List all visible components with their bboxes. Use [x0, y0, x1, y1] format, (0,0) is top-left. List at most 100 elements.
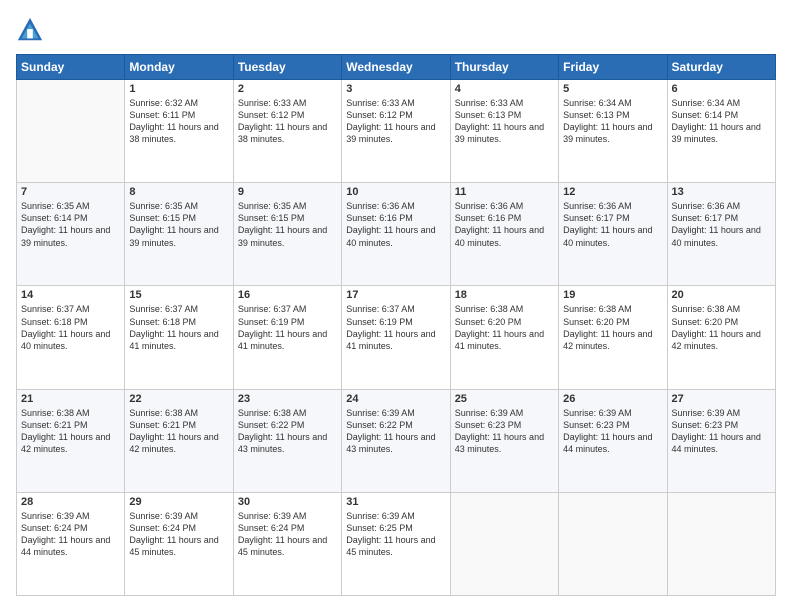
calendar-day-cell: 8 Sunrise: 6:35 AMSunset: 6:15 PMDaylight… [125, 183, 233, 286]
calendar-header-friday: Friday [559, 55, 667, 80]
logo [16, 16, 48, 44]
day-info: Sunrise: 6:37 AMSunset: 6:19 PMDaylight:… [346, 303, 445, 352]
calendar-day-cell: 30 Sunrise: 6:39 AMSunset: 6:24 PMDayligh… [233, 492, 341, 595]
day-number: 26 [563, 393, 662, 405]
calendar-day-cell [559, 492, 667, 595]
calendar-day-cell [450, 492, 558, 595]
day-number: 31 [346, 496, 445, 508]
calendar-day-cell: 22Sunrise: 6:38 AMSunset: 6:21 PMDayligh… [125, 389, 233, 492]
calendar-day-cell: 17 Sunrise: 6:37 AMSunset: 6:19 PMDayligh… [342, 286, 450, 389]
day-info: Sunrise: 6:36 AMSunset: 6:16 PMDaylight:… [455, 200, 554, 249]
day-info: Sunrise: 6:39 AMSunset: 6:23 PMDaylight:… [563, 407, 662, 456]
day-number: 10 [346, 186, 445, 198]
day-info: Sunrise: 6:36 AMSunset: 6:16 PMDaylight:… [346, 200, 445, 249]
day-info: Sunrise: 6:35 AMSunset: 6:15 PMDaylight:… [238, 200, 337, 249]
day-number: 6 [672, 83, 771, 95]
day-info: Sunrise: 6:39 AMSunset: 6:25 PMDaylight:… [346, 510, 445, 559]
day-info: Sunrise: 6:34 AMSunset: 6:14 PMDaylight:… [672, 97, 771, 146]
calendar-header-tuesday: Tuesday [233, 55, 341, 80]
day-info: Sunrise: 6:39 AMSunset: 6:24 PMDaylight:… [129, 510, 228, 559]
day-number: 19 [563, 289, 662, 301]
day-number: 7 [21, 186, 120, 198]
day-info: Sunrise: 6:39 AMSunset: 6:22 PMDaylight:… [346, 407, 445, 456]
day-number: 11 [455, 186, 554, 198]
day-number: 12 [563, 186, 662, 198]
day-number: 16 [238, 289, 337, 301]
logo-icon [16, 16, 44, 44]
day-number: 25 [455, 393, 554, 405]
calendar-day-cell: 5 Sunrise: 6:34 AMSunset: 6:13 PMDaylight… [559, 80, 667, 183]
day-number: 30 [238, 496, 337, 508]
day-number: 24 [346, 393, 445, 405]
day-number: 1 [129, 83, 228, 95]
day-number: 28 [21, 496, 120, 508]
day-info: Sunrise: 6:39 AMSunset: 6:23 PMDaylight:… [672, 407, 771, 456]
calendar-day-cell: 18Sunrise: 6:38 AMSunset: 6:20 PMDayligh… [450, 286, 558, 389]
day-info: Sunrise: 6:37 AMSunset: 6:19 PMDaylight:… [238, 303, 337, 352]
calendar-week-row: 7 Sunrise: 6:35 AMSunset: 6:14 PMDaylight… [17, 183, 776, 286]
calendar-week-row: 21 Sunrise: 6:38 AMSunset: 6:21 PMDayligh… [17, 389, 776, 492]
day-number: 14 [21, 289, 120, 301]
calendar-day-cell: 23 Sunrise: 6:38 AMSunset: 6:22 PMDayligh… [233, 389, 341, 492]
calendar-day-cell: 13 Sunrise: 6:36 AMSunset: 6:17 PMDayligh… [667, 183, 775, 286]
day-number: 15 [129, 289, 228, 301]
calendar-header-wednesday: Wednesday [342, 55, 450, 80]
day-info: Sunrise: 6:38 AMSunset: 6:20 PMDaylight:… [563, 303, 662, 352]
calendar-day-cell: 19 Sunrise: 6:38 AMSunset: 6:20 PMDayligh… [559, 286, 667, 389]
day-number: 23 [238, 393, 337, 405]
day-info: Sunrise: 6:33 AMSunset: 6:12 PMDaylight:… [346, 97, 445, 146]
calendar-day-cell: 14Sunrise: 6:37 AMSunset: 6:18 PMDayligh… [17, 286, 125, 389]
day-info: Sunrise: 6:38 AMSunset: 6:20 PMDaylight:… [672, 303, 771, 352]
calendar-day-cell: 12 Sunrise: 6:36 AMSunset: 6:17 PMDayligh… [559, 183, 667, 286]
day-info: Sunrise: 6:37 AMSunset: 6:18 PMDaylight:… [129, 303, 228, 352]
calendar-week-row: 28 Sunrise: 6:39 AMSunset: 6:24 PMDayligh… [17, 492, 776, 595]
calendar-day-cell: 24 Sunrise: 6:39 AMSunset: 6:22 PMDayligh… [342, 389, 450, 492]
day-number: 27 [672, 393, 771, 405]
calendar-week-row: 1 Sunrise: 6:32 AMSunset: 6:11 PMDaylight… [17, 80, 776, 183]
day-number: 20 [672, 289, 771, 301]
calendar-day-cell: 16 Sunrise: 6:37 AMSunset: 6:19 PMDayligh… [233, 286, 341, 389]
calendar-day-cell: 20 Sunrise: 6:38 AMSunset: 6:20 PMDayligh… [667, 286, 775, 389]
day-number: 4 [455, 83, 554, 95]
day-info: Sunrise: 6:35 AMSunset: 6:14 PMDaylight:… [21, 200, 120, 249]
page: SundayMondayTuesdayWednesdayThursdayFrid… [0, 0, 792, 612]
calendar-day-cell: 21Sunrise: 6:38 AMSunset: 6:21 PMDayligh… [17, 389, 125, 492]
day-number: 13 [672, 186, 771, 198]
day-number: 17 [346, 289, 445, 301]
day-info: Sunrise: 6:38 AMSunset: 6:21 PMDaylight:… [129, 407, 228, 456]
day-info: Sunrise: 6:39 AMSunset: 6:24 PMDaylight:… [21, 510, 120, 559]
header [16, 16, 776, 44]
day-info: Sunrise: 6:33 AMSunset: 6:13 PMDaylight:… [455, 97, 554, 146]
day-number: 8 [129, 186, 228, 198]
day-number: 21 [21, 393, 120, 405]
calendar-day-cell: 29 Sunrise: 6:39 AMSunset: 6:24 PMDayligh… [125, 492, 233, 595]
day-info: Sunrise: 6:36 AMSunset: 6:17 PMDaylight:… [672, 200, 771, 249]
day-number: 3 [346, 83, 445, 95]
calendar-header-saturday: Saturday [667, 55, 775, 80]
calendar-day-cell: 2 Sunrise: 6:33 AMSunset: 6:12 PMDaylight… [233, 80, 341, 183]
calendar-day-cell: 27 Sunrise: 6:39 AMSunset: 6:23 PMDayligh… [667, 389, 775, 492]
day-number: 5 [563, 83, 662, 95]
calendar-day-cell: 9Sunrise: 6:35 AMSunset: 6:15 PMDaylight… [233, 183, 341, 286]
calendar-header-sunday: Sunday [17, 55, 125, 80]
calendar-header-row: SundayMondayTuesdayWednesdayThursdayFrid… [17, 55, 776, 80]
day-info: Sunrise: 6:35 AMSunset: 6:15 PMDaylight:… [129, 200, 228, 249]
calendar-day-cell [17, 80, 125, 183]
day-number: 2 [238, 83, 337, 95]
day-info: Sunrise: 6:39 AMSunset: 6:24 PMDaylight:… [238, 510, 337, 559]
calendar-day-cell [667, 492, 775, 595]
calendar-day-cell: 28 Sunrise: 6:39 AMSunset: 6:24 PMDayligh… [17, 492, 125, 595]
day-info: Sunrise: 6:32 AMSunset: 6:11 PMDaylight:… [129, 97, 228, 146]
calendar-day-cell: 1 Sunrise: 6:32 AMSunset: 6:11 PMDaylight… [125, 80, 233, 183]
day-info: Sunrise: 6:38 AMSunset: 6:20 PMDaylight:… [455, 303, 554, 352]
day-info: Sunrise: 6:36 AMSunset: 6:17 PMDaylight:… [563, 200, 662, 249]
day-number: 29 [129, 496, 228, 508]
day-info: Sunrise: 6:33 AMSunset: 6:12 PMDaylight:… [238, 97, 337, 146]
calendar-day-cell: 31 Sunrise: 6:39 AMSunset: 6:25 PMDayligh… [342, 492, 450, 595]
calendar-day-cell: 15 Sunrise: 6:37 AMSunset: 6:18 PMDayligh… [125, 286, 233, 389]
day-info: Sunrise: 6:38 AMSunset: 6:22 PMDaylight:… [238, 407, 337, 456]
calendar-day-cell: 10 Sunrise: 6:36 AMSunset: 6:16 PMDayligh… [342, 183, 450, 286]
calendar-day-cell: 3 Sunrise: 6:33 AMSunset: 6:12 PMDaylight… [342, 80, 450, 183]
calendar-day-cell: 6 Sunrise: 6:34 AMSunset: 6:14 PMDaylight… [667, 80, 775, 183]
day-info: Sunrise: 6:34 AMSunset: 6:13 PMDaylight:… [563, 97, 662, 146]
